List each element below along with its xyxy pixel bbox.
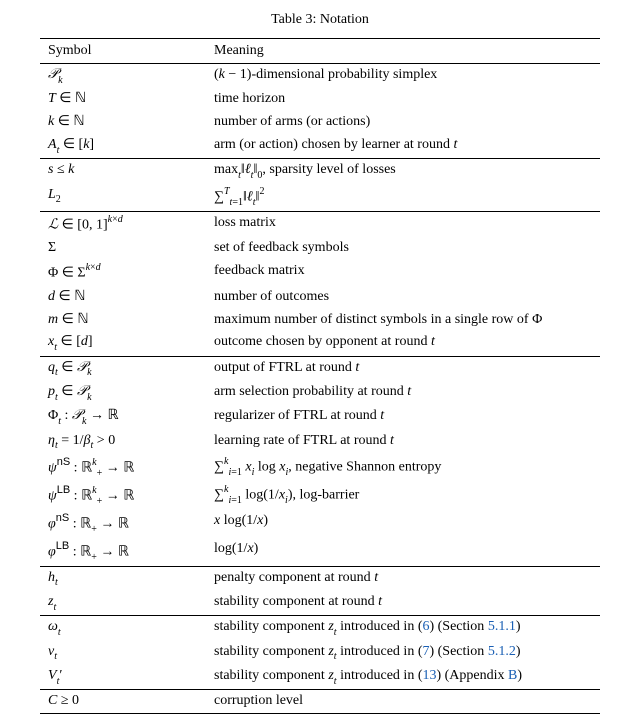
meaning-cell: stability component at round t xyxy=(206,591,600,616)
table-row: Vt′stability component zt introduced in … xyxy=(40,665,600,690)
table-row: νtstability component zt introduced in (… xyxy=(40,641,600,665)
meaning-cell: time horizon xyxy=(206,88,600,111)
meaning-cell: ∑ki=1 xi log xi, negative Shannon entrop… xyxy=(206,454,600,482)
meaning-cell: log(1/x) xyxy=(206,538,600,566)
symbol-cell: Vt′ xyxy=(40,665,206,690)
table-row: htpenalty component at round t xyxy=(40,566,600,591)
symbol-cell: k ∈ ℕ xyxy=(40,111,206,134)
meaning-cell: ∑Tt=1‖ℓt‖2 xyxy=(206,184,600,211)
table-row: qt ∈ 𝒫koutput of FTRL at round t xyxy=(40,356,600,381)
meaning-cell: set of feedback symbols xyxy=(206,237,600,260)
table-row: s ≤ kmaxt‖ℓt‖0, sparsity level of losses xyxy=(40,159,600,184)
table-row: m ∈ ℕmaximum number of distinct symbols … xyxy=(40,309,600,332)
symbol-cell: m ∈ ℕ xyxy=(40,309,206,332)
meaning-cell: arm selection probability at round t xyxy=(206,381,600,405)
table-row: φnS : ℝ+ → ℝx log(1/x) xyxy=(40,510,600,538)
symbol-cell: Φ ∈ Σk×d xyxy=(40,260,206,286)
symbol-cell: pt ∈ 𝒫k xyxy=(40,381,206,405)
table-row: Σset of feedback symbols xyxy=(40,237,600,260)
meaning-cell: maximum number of distinct symbols in a … xyxy=(206,309,600,332)
meaning-cell: stability component zt introduced in (6)… xyxy=(206,616,600,641)
table-row: 𝒫k(k − 1)-dimensional probability simple… xyxy=(40,64,600,89)
symbol-cell: ωt xyxy=(40,616,206,641)
symbol-cell: ψnS : ℝk+ → ℝ xyxy=(40,454,206,482)
meaning-cell: number of outcomes xyxy=(206,286,600,309)
meaning-cell: stability component zt introduced in (13… xyxy=(206,665,600,690)
symbol-cell: xt ∈ [d] xyxy=(40,331,206,356)
header-meaning: Meaning xyxy=(206,39,600,64)
table-row: d ∈ ℕnumber of outcomes xyxy=(40,286,600,309)
symbol-cell: νt xyxy=(40,641,206,665)
meaning-cell: maxt‖ℓt‖0, sparsity level of losses xyxy=(206,159,600,184)
symbol-cell: L2 xyxy=(40,184,206,211)
table-row: Φ ∈ Σk×dfeedback matrix xyxy=(40,260,600,286)
symbol-cell: 𝒫k xyxy=(40,64,206,89)
table-caption: Table 3: Notation xyxy=(20,12,620,28)
symbol-cell: qt ∈ 𝒫k xyxy=(40,356,206,381)
meaning-cell: feedback matrix xyxy=(206,260,600,286)
meaning-cell: corruption level xyxy=(206,690,600,714)
symbol-cell: C ≥ 0 xyxy=(40,690,206,714)
table-row: C ≥ 0corruption level xyxy=(40,690,600,714)
symbol-cell: φLB : ℝ+ → ℝ xyxy=(40,538,206,566)
notation-table: Symbol Meaning 𝒫k(k − 1)-dimensional pro… xyxy=(40,38,600,714)
meaning-cell: number of arms (or actions) xyxy=(206,111,600,134)
table-row: ηt = 1/βt > 0learning rate of FTRL at ro… xyxy=(40,430,600,454)
meaning-cell: loss matrix xyxy=(206,211,600,237)
symbol-cell: Σ xyxy=(40,237,206,260)
table-row: At ∈ [k]arm (or action) chosen by learne… xyxy=(40,134,600,159)
meaning-cell: penalty component at round t xyxy=(206,566,600,591)
table-header-row: Symbol Meaning xyxy=(40,39,600,64)
symbol-cell: At ∈ [k] xyxy=(40,134,206,159)
table-row: Φt : 𝒫k → ℝregularizer of FTRL at round … xyxy=(40,405,600,429)
meaning-cell: learning rate of FTRL at round t xyxy=(206,430,600,454)
table-row: T ∈ ℕtime horizon xyxy=(40,88,600,111)
symbol-cell: s ≤ k xyxy=(40,159,206,184)
table-row: ωtstability component zt introduced in (… xyxy=(40,616,600,641)
symbol-cell: zt xyxy=(40,591,206,616)
symbol-cell: ht xyxy=(40,566,206,591)
meaning-cell: arm (or action) chosen by learner at rou… xyxy=(206,134,600,159)
meaning-cell: (k − 1)-dimensional probability simplex xyxy=(206,64,600,89)
symbol-cell: ψLB : ℝk+ → ℝ xyxy=(40,482,206,510)
table-row: ψnS : ℝk+ → ℝ∑ki=1 xi log xi, negative S… xyxy=(40,454,600,482)
table-row: ψLB : ℝk+ → ℝ∑ki=1 log(1/xi), log-barrie… xyxy=(40,482,600,510)
header-symbol: Symbol xyxy=(40,39,206,64)
table-row: xt ∈ [d]outcome chosen by opponent at ro… xyxy=(40,331,600,356)
table-row: L2∑Tt=1‖ℓt‖2 xyxy=(40,184,600,211)
table-row: k ∈ ℕnumber of arms (or actions) xyxy=(40,111,600,134)
symbol-cell: Φt : 𝒫k → ℝ xyxy=(40,405,206,429)
meaning-cell: stability component zt introduced in (7)… xyxy=(206,641,600,665)
symbol-cell: d ∈ ℕ xyxy=(40,286,206,309)
symbol-cell: ηt = 1/βt > 0 xyxy=(40,430,206,454)
symbol-cell: φnS : ℝ+ → ℝ xyxy=(40,510,206,538)
meaning-cell: ∑ki=1 log(1/xi), log-barrier xyxy=(206,482,600,510)
meaning-cell: output of FTRL at round t xyxy=(206,356,600,381)
symbol-cell: ℒ ∈ [0, 1]k×d xyxy=(40,211,206,237)
table-row: ℒ ∈ [0, 1]k×dloss matrix xyxy=(40,211,600,237)
table-row: pt ∈ 𝒫karm selection probability at roun… xyxy=(40,381,600,405)
table-row: ztstability component at round t xyxy=(40,591,600,616)
symbol-cell: T ∈ ℕ xyxy=(40,88,206,111)
meaning-cell: x log(1/x) xyxy=(206,510,600,538)
meaning-cell: outcome chosen by opponent at round t xyxy=(206,331,600,356)
table-row: φLB : ℝ+ → ℝlog(1/x) xyxy=(40,538,600,566)
meaning-cell: regularizer of FTRL at round t xyxy=(206,405,600,429)
